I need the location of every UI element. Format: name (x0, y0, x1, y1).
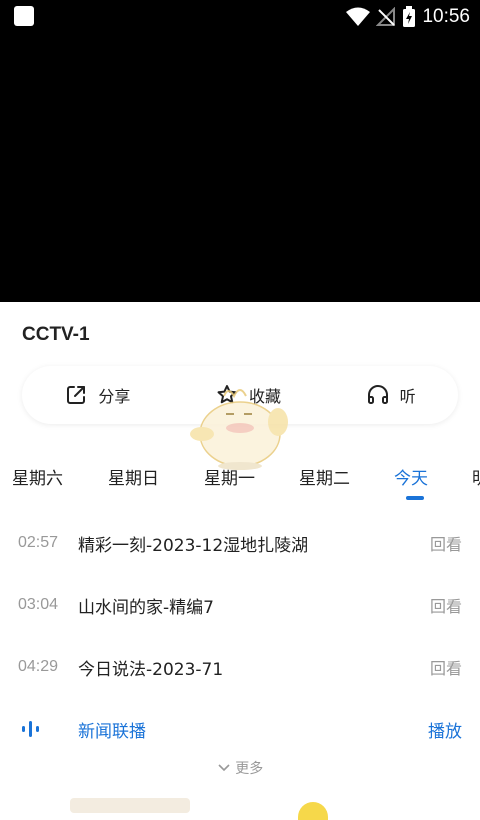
live-program-name: 新闻联播 (78, 721, 146, 742)
tab-today[interactable]: 今天 (394, 464, 428, 489)
listen-button[interactable]: 听 (366, 383, 416, 407)
day-tabs: 星期六 星期日 星期一 星期二 今天 明 (0, 452, 480, 502)
content-card-peek (70, 798, 190, 813)
battery-charging-icon (403, 6, 416, 27)
play-button[interactable]: 播放 (428, 717, 462, 742)
no-signal-icon (376, 7, 396, 26)
channel-sheet: CCTV-1 分享 收藏 听 星期六 星期日 星期一 星期二 今天 02:57 … (0, 302, 480, 820)
share-button[interactable]: 分享 (64, 383, 130, 407)
replay-button[interactable]: 回看 (430, 531, 462, 555)
active-tab-indicator (406, 496, 424, 500)
program-row[interactable]: 04:29 今日说法-2023-71 回看 (18, 652, 462, 682)
tab-saturday[interactable]: 星期六 (12, 464, 63, 489)
wifi-icon (346, 7, 371, 26)
replay-button[interactable]: 回看 (430, 655, 462, 679)
program-time: 03:04 (18, 596, 59, 613)
replay-button[interactable]: 回看 (430, 593, 462, 617)
clock: 10:56 (422, 6, 470, 27)
channel-title: CCTV-1 (22, 324, 90, 345)
more-button[interactable]: 更多 (0, 758, 480, 778)
more-label: 更多 (235, 761, 264, 777)
notification-icon (14, 6, 34, 26)
tab-monday[interactable]: 星期一 (204, 464, 255, 489)
program-row[interactable]: 02:57 精彩一刻-2023-12湿地扎陵湖 回看 (18, 528, 462, 558)
headphones-icon (367, 385, 388, 404)
tab-tuesday[interactable]: 星期二 (299, 464, 350, 489)
tab-tomorrow[interactable]: 明 (472, 464, 480, 489)
status-bar: 10:56 (0, 0, 480, 34)
status-icons: 10:56 (346, 4, 470, 30)
listen-label: 听 (399, 387, 416, 406)
chevron-down-icon (218, 764, 230, 772)
program-name: 今日说法-2023-71 (78, 659, 224, 680)
program-name: 精彩一刻-2023-12湿地扎陵湖 (78, 535, 309, 556)
tab-sunday[interactable]: 星期日 (108, 464, 159, 489)
video-player[interactable] (0, 34, 480, 302)
program-time: 02:57 (18, 534, 59, 551)
share-label: 分享 (98, 387, 131, 406)
share-icon (67, 386, 86, 404)
program-row[interactable]: 03:04 山水间的家-精编7 回看 (18, 590, 462, 620)
program-name: 山水间的家-精编7 (78, 597, 214, 618)
program-time: 04:29 (18, 658, 59, 675)
chick-illustration (298, 802, 328, 820)
live-audio-icon (18, 719, 78, 739)
live-program-row[interactable]: 新闻联播 播放 (18, 714, 462, 744)
